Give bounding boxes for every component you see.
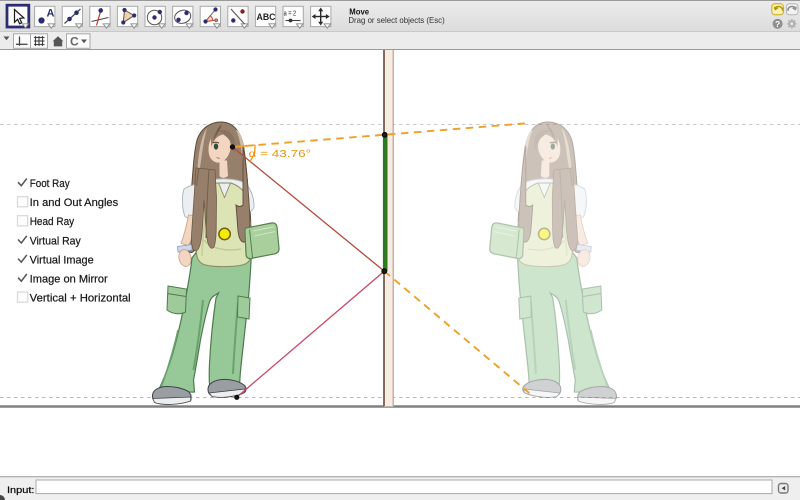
- svg-text:Drag or select objects (Esc): Drag or select objects (Esc): [348, 16, 445, 25]
- svg-text:Vertical + Horizontal: Vertical + Horizontal: [30, 293, 131, 305]
- svg-text:In and Out Angles: In and Out Angles: [30, 197, 119, 209]
- svg-text:Foot Ray: Foot Ray: [30, 178, 71, 190]
- svg-text:Move: Move: [349, 6, 369, 16]
- svg-text:α = 43.76°: α = 43.76°: [249, 149, 312, 160]
- svg-text:?: ?: [775, 19, 780, 29]
- svg-text:Image on Mirror: Image on Mirror: [30, 274, 108, 286]
- svg-text:Input:: Input:: [7, 485, 35, 496]
- svg-text:ABC: ABC: [257, 12, 276, 22]
- svg-text:a = 2: a = 2: [284, 10, 297, 17]
- svg-text:Virtual Image: Virtual Image: [30, 254, 94, 266]
- svg-text:C: C: [70, 35, 79, 49]
- svg-text:A: A: [47, 8, 55, 20]
- svg-text:Virtual Ray: Virtual Ray: [30, 235, 82, 247]
- svg-text:Head Ray: Head Ray: [30, 216, 75, 228]
